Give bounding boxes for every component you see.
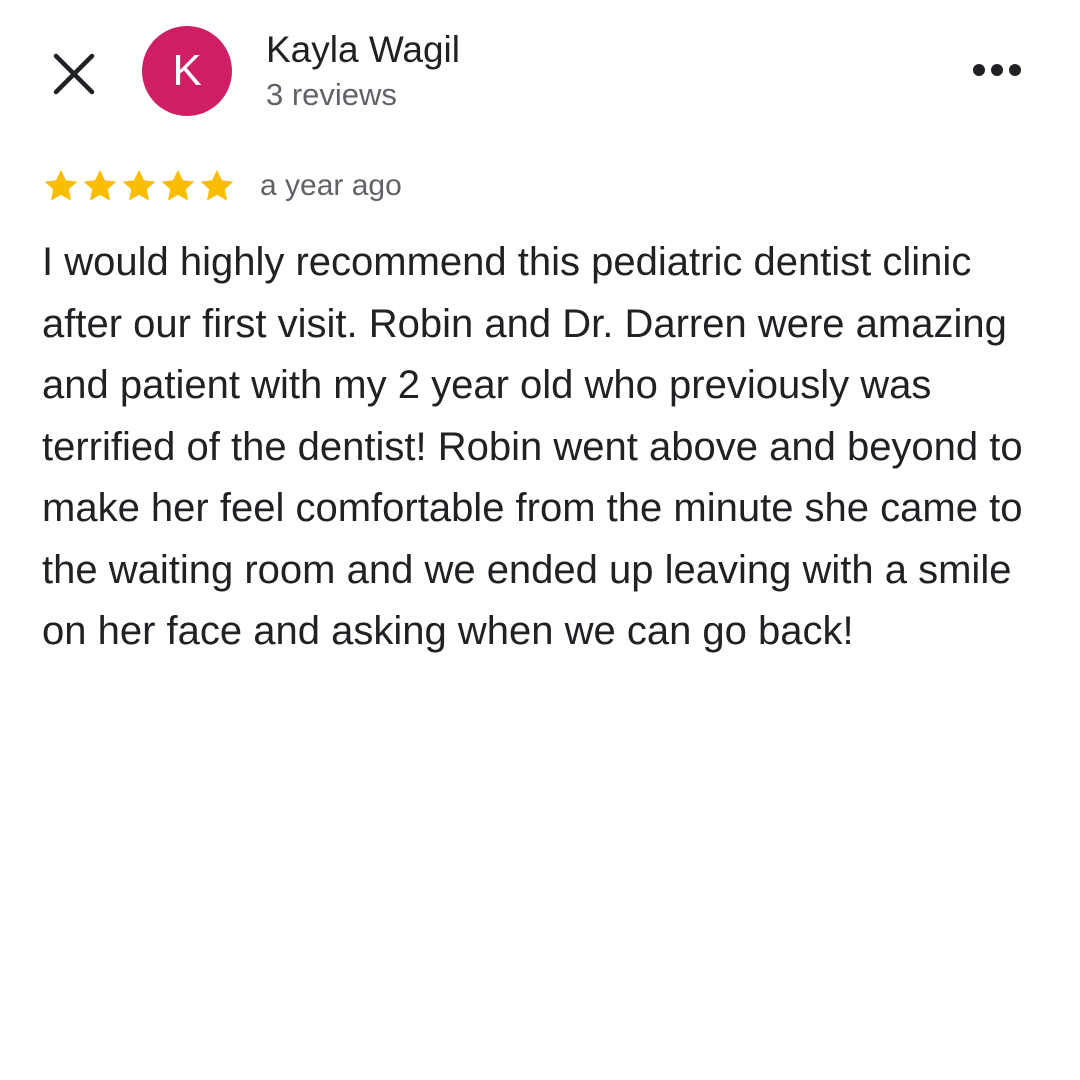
more-options-icon	[973, 64, 1021, 76]
review-time: a year ago	[260, 169, 402, 202]
star-icon	[83, 169, 117, 201]
avatar[interactable]: K	[142, 26, 232, 116]
author-review-count: 3 reviews	[266, 77, 397, 112]
close-button[interactable]	[48, 48, 100, 100]
more-options-button[interactable]	[966, 52, 1028, 88]
star-icon	[161, 169, 195, 201]
review-text: I would highly recommend this pediatric …	[42, 240, 1023, 653]
star-icon	[200, 169, 234, 201]
close-icon	[53, 53, 95, 95]
star-rating	[42, 167, 236, 205]
star-icon	[122, 169, 156, 201]
star-icon	[44, 169, 78, 201]
author-name[interactable]: Kayla Wagil	[266, 28, 460, 72]
rating-row: a year ago	[42, 164, 402, 208]
avatar-letter: K	[172, 46, 202, 95]
